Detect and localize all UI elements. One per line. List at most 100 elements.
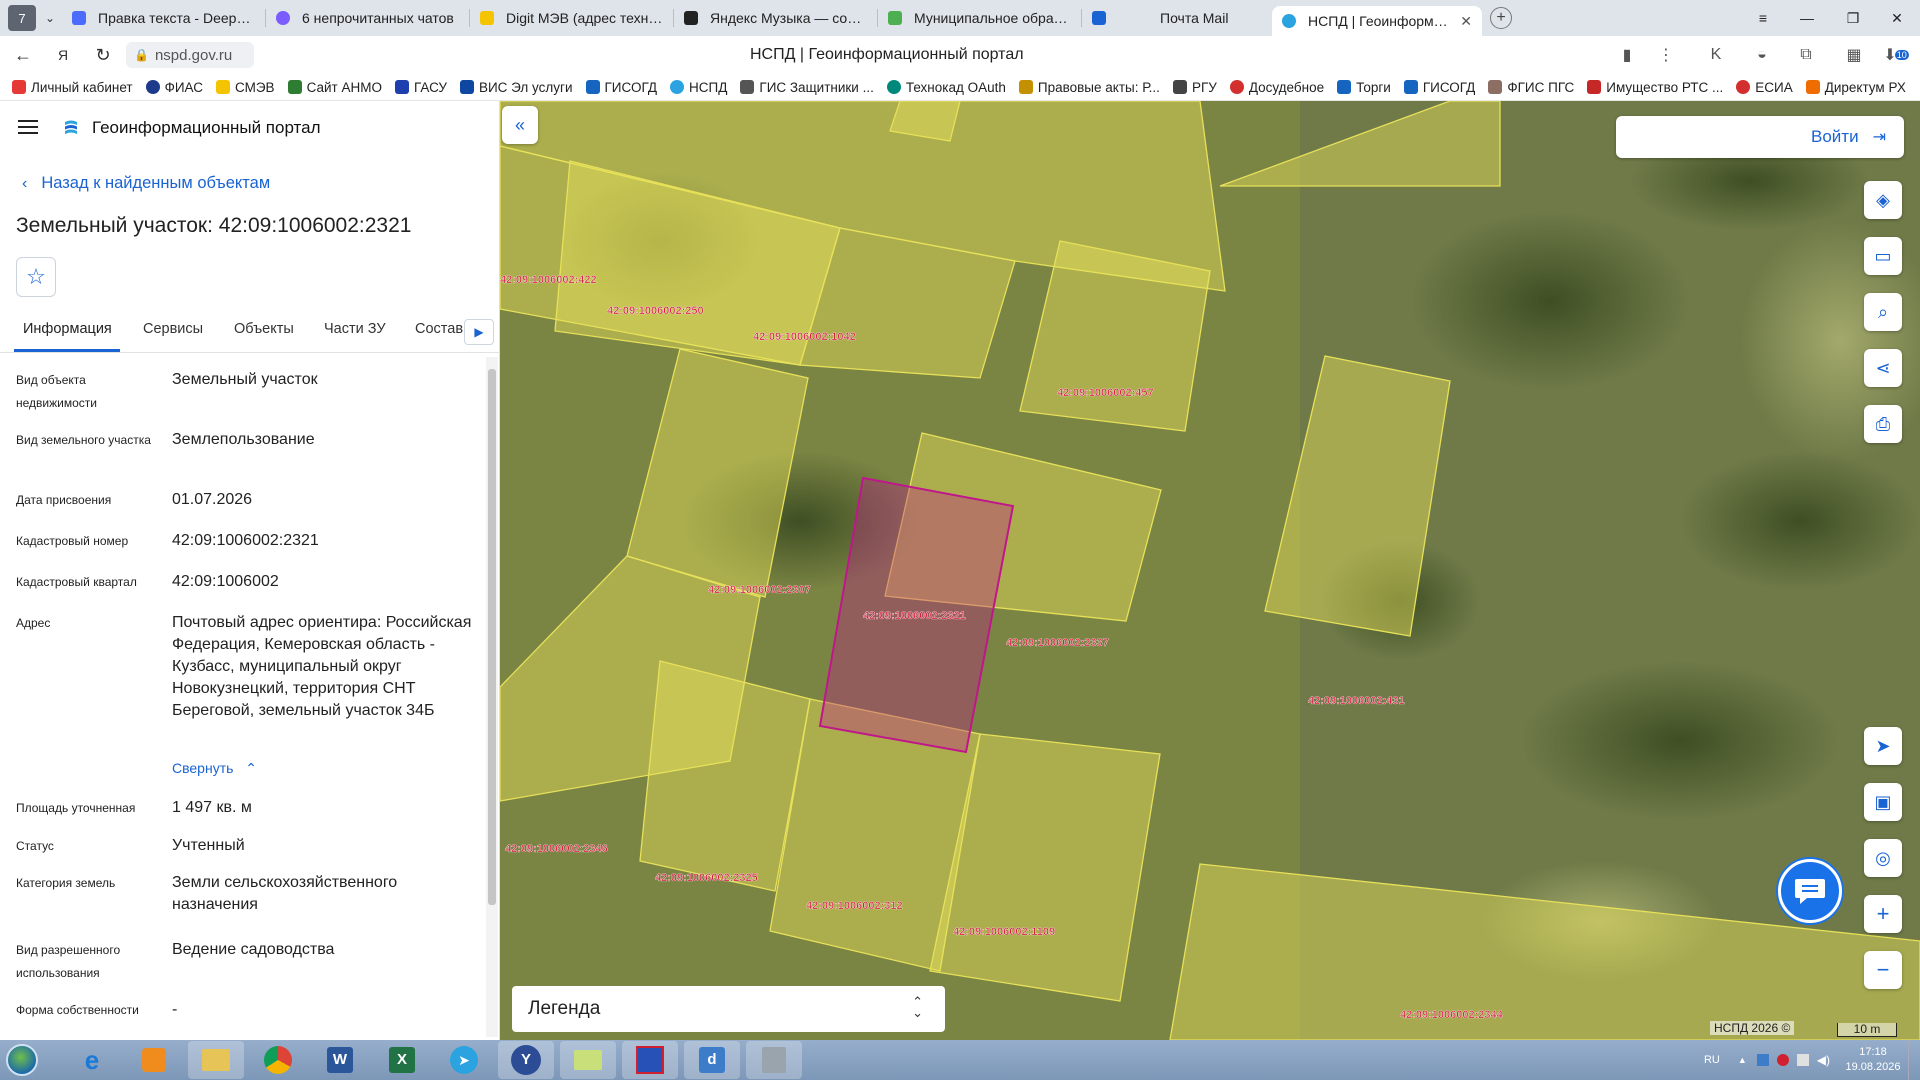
browser-tab[interactable]: Муниципальное образова [878,3,1081,33]
more-icon[interactable]: ⋮ [1652,42,1680,68]
calendar-icon[interactable]: ▦ [1840,42,1868,68]
yandex-browser-icon[interactable]: Y [498,1041,554,1079]
tab-counter-button[interactable]: 7 [8,5,36,31]
area-search-icon[interactable]: ⌕ [1864,293,1902,331]
yandex-logo-icon[interactable]: Я [46,40,80,70]
extension-k-icon[interactable]: K [1702,42,1730,68]
minimize-icon[interactable]: — [1784,0,1830,36]
bookmark-item[interactable]: СМЭВ [216,80,275,95]
show-desktop-button[interactable] [1908,1040,1920,1080]
parcel-label: 42:09:1006002:2321 [863,610,966,622]
zoom-in-icon[interactable]: + [1864,895,1902,933]
clock[interactable]: 17:18 19.08.2026 [1838,1045,1908,1075]
print-icon[interactable]: ⎙ [1864,405,1902,443]
geolocation-icon[interactable]: ➤ [1864,727,1902,765]
login-button[interactable]: Войти ⇥ [1616,116,1904,158]
map-view[interactable]: 42:09:1006002:2321 42:09:1006002:422 42:… [500,101,1920,1040]
bookmark-item[interactable]: Сайт АНМО [287,80,382,95]
bookmark-item[interactable]: НСПД [670,80,727,95]
browser-tab[interactable]: Яндекс Музыка — собира [674,3,877,33]
language-indicator[interactable]: RU [1704,1054,1720,1066]
bookmark-item[interactable]: Имущество РТС ... [1587,80,1723,95]
url-field[interactable]: 🔒 nspd.gov.ru [126,42,254,68]
menu-hamburger-icon[interactable] [18,120,38,134]
bookmark-icon[interactable]: ▮ [1613,42,1641,68]
bookmark-item[interactable]: ГИСОГД [585,80,657,95]
ruler-icon[interactable]: ▭ [1864,237,1902,275]
extension-puzzle-icon[interactable]: ⧉ [1792,42,1820,68]
tab-services[interactable]: Сервисы [143,321,203,337]
bookmark-item[interactable]: ВИС Эл услуги [459,80,573,95]
parcel-label: 42:09:1006002:312 [806,900,903,912]
browser-tab[interactable]: Почта Mail [1082,3,1272,33]
back-to-results-link[interactable]: ‹ Назад к найденным объектам [22,174,270,193]
tab-composition[interactable]: Состав [415,321,463,337]
zoom-out-icon[interactable]: − [1864,951,1902,989]
share-icon[interactable]: ⋖ [1864,349,1902,387]
object-title: Земельный участок: 42:09:1006002:2321 [16,214,412,237]
downloads-icon[interactable]: ⬇ 10 [1882,42,1910,68]
panel-scrollbar-thumb[interactable] [488,369,496,905]
layers-icon[interactable]: ◈ [1864,181,1902,219]
browser-tab[interactable]: 6 непрочитанных чатов [266,3,469,33]
chrome-icon[interactable] [250,1041,306,1079]
bookmark-item[interactable]: ГИС Защитники ... [740,80,874,95]
bookmark-item[interactable]: ЕСИА [1736,80,1793,95]
bookmark-item[interactable]: Досудебное [1229,80,1324,95]
bookmark-item[interactable]: ГАСУ [394,80,447,95]
browser-menu-icon[interactable]: ≡ [1740,0,1786,36]
folder-app-icon[interactable] [560,1041,616,1079]
parcel-label: 42:09:1006002:2307 [708,584,811,596]
network-app-icon[interactable] [622,1041,678,1079]
explorer-folder-icon[interactable] [188,1041,244,1079]
word-icon[interactable]: W [312,1041,368,1079]
start-button[interactable] [0,1040,44,1080]
extension-hat-icon[interactable]: ◒ [1748,42,1776,68]
archive-app-icon[interactable] [746,1041,802,1079]
bookmark-item[interactable]: Торги [1337,80,1391,95]
bookmark-item[interactable]: Личный кабинет [12,80,133,95]
bookmark-item[interactable]: Директум РХ [1805,80,1906,95]
bookmark-item[interactable]: РГУ [1172,80,1217,95]
browser-tab[interactable]: Digit МЭВ (адрес технич [470,3,673,33]
collapse-panel-icon[interactable]: « [502,106,538,144]
reload-icon[interactable]: ↻ [86,40,120,70]
browser-tab-active[interactable]: НСПД | Геоинформаци ✕ [1272,6,1482,36]
tray-volume-icon[interactable]: ◀) [1817,1053,1830,1067]
bookmark-item[interactable]: Правовые акты: Р... [1018,80,1160,95]
excel-icon[interactable]: X [374,1041,430,1079]
new-tab-plus-icon[interactable]: + [1490,7,1512,29]
bookmark-item[interactable]: ГИСОГД [1403,80,1475,95]
tray-network-icon[interactable] [1796,1054,1809,1066]
bookmark-favicon-icon [459,80,474,94]
tray-app-icon[interactable] [1756,1054,1769,1066]
collapse-link[interactable]: Свернуть ⌃ [172,760,257,777]
locate-search-icon[interactable]: ◎ [1864,839,1902,877]
chat-bubble-icon[interactable] [1778,859,1842,923]
browser-tab[interactable]: Правка текста - DeepSee [62,3,265,33]
tray-antivirus-icon[interactable] [1776,1054,1789,1066]
bookmark-item[interactable]: ФГИС ПГС [1488,80,1574,95]
tray-expand-icon[interactable]: ▲ [1738,1055,1747,1065]
tab-objects[interactable]: Объекты [234,321,294,337]
tab-close-icon[interactable]: ✕ [1460,13,1472,30]
favorite-star-icon[interactable]: ☆ [16,257,56,297]
app-d-icon[interactable]: d [684,1041,740,1079]
close-window-icon[interactable]: ✕ [1874,0,1920,36]
bookmark-item[interactable]: Технокад OAuth [886,80,1006,95]
tab-parts[interactable]: Части ЗУ [324,321,386,337]
tabs-scroll-right-icon[interactable]: ▶ [464,319,494,345]
minimap-icon[interactable]: ▣ [1864,783,1902,821]
bookmark-favicon-icon [1805,80,1820,94]
media-player-icon[interactable] [126,1041,182,1079]
tab-list-chevron-icon[interactable]: ⌄ [38,5,62,31]
map-canvas[interactable]: 42:09:1006002:2321 42:09:1006002:422 42:… [500,101,1920,1040]
bookmarks-bar: Личный кабинет ФИАС СМЭВ Сайт АНМО ГАСУ … [0,74,1920,101]
ie-icon[interactable]: e [64,1041,120,1079]
restore-icon[interactable]: ❐ [1830,0,1876,36]
bookmark-item[interactable]: ФИАС [145,80,203,95]
back-arrow-icon[interactable]: ← [6,40,40,70]
tab-information[interactable]: Информация [23,321,112,337]
legend-dropdown[interactable]: Легенда ⌃ ⌄ [512,986,945,1032]
telegram-icon[interactable]: ➤ [436,1041,492,1079]
